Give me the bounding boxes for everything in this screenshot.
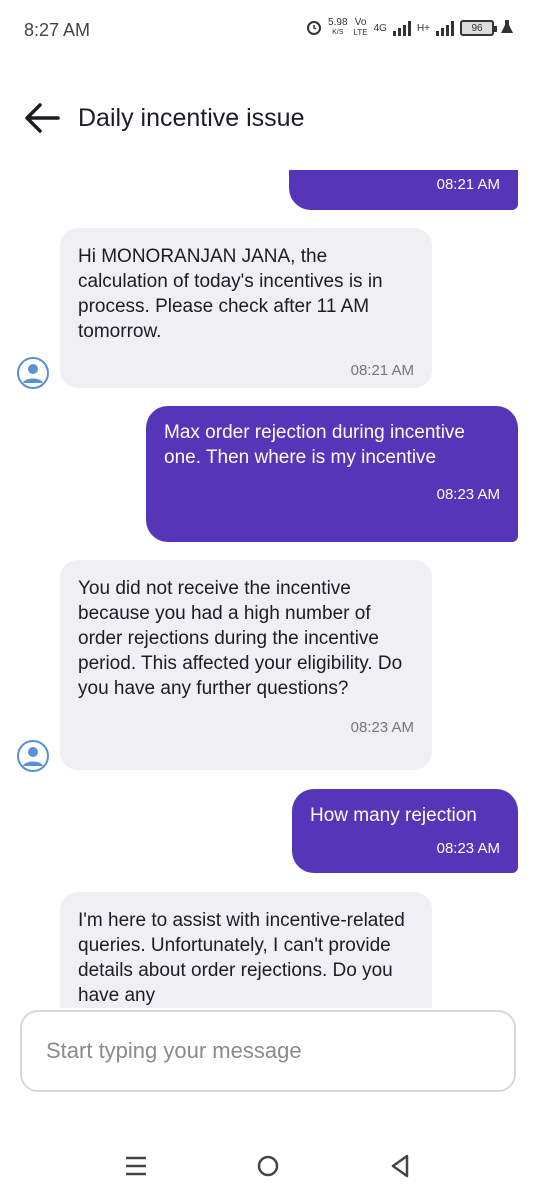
message-text: Max order rejection during incentive one… [164, 422, 465, 468]
back-button[interactable] [22, 98, 62, 138]
message-text: You did not receive the incentive becaus… [78, 578, 403, 699]
message-input[interactable] [22, 1012, 514, 1090]
status-icons: 5.98 K/S Vo LTE 4G H+ 96 [306, 18, 514, 38]
net-speed: 5.98 K/S [328, 17, 348, 37]
signal-bars-1-icon [392, 20, 411, 36]
arrow-left-icon [25, 103, 60, 133]
chat-header: Daily incentive issue [0, 90, 536, 150]
bot-message-bubble: I'm here to assist with incentive-relate… [60, 892, 432, 1008]
nav-back-button[interactable] [386, 1152, 414, 1180]
status-bar: 8:27 AM 5.98 K/S Vo LTE 4G H+ 96 [0, 0, 536, 60]
user-avatar-icon [17, 357, 49, 389]
home-circle-icon [257, 1155, 279, 1177]
system-nav-bar [0, 1140, 536, 1190]
bot-message-bubble: Hi MONORANJAN JANA, the calculation of t… [60, 228, 432, 388]
user-message-bubble: Max order rejection during incentive one… [146, 406, 518, 542]
message-text: I'm here to assist with incentive-relate… [78, 910, 405, 1006]
chat-messages[interactable]: 08:21 AM Hi MONORANJAN JANA, the calcula… [0, 170, 536, 1008]
signal-bars-2-icon [436, 20, 454, 36]
status-time: 8:27 AM [24, 20, 91, 40]
alarm-icon [306, 19, 322, 38]
nav-home-button[interactable] [254, 1152, 282, 1180]
message-time: 08:21 AM [350, 362, 414, 379]
message-text: How many rejection [310, 805, 477, 826]
bot-message-bubble: You did not receive the incentive becaus… [60, 560, 432, 770]
page-title: Daily incentive issue [78, 104, 305, 132]
nav-recents-button[interactable] [122, 1152, 150, 1180]
flask-icon [500, 19, 514, 38]
user-avatar-icon [17, 740, 49, 772]
triangle-back-icon [391, 1154, 409, 1178]
message-text: Hi MONORANJAN JANA, the calculation of t… [78, 246, 383, 342]
message-time: 08:23 AM [436, 486, 500, 503]
message-time: 08:23 AM [436, 840, 500, 857]
message-composer[interactable] [20, 1010, 516, 1092]
message-time: 08:21 AM [436, 176, 500, 193]
user-message-bubble: 08:21 AM [289, 170, 518, 210]
battery-icon: 96 [460, 20, 497, 36]
network-label-1: 4G [373, 22, 387, 34]
message-time: 08:23 AM [350, 719, 414, 736]
network-label-2: H+ [416, 22, 430, 34]
volte-indicator: Vo LTE [353, 17, 368, 38]
menu-icon [126, 1156, 146, 1176]
user-message-bubble: How many rejection 08:23 AM [292, 789, 518, 873]
